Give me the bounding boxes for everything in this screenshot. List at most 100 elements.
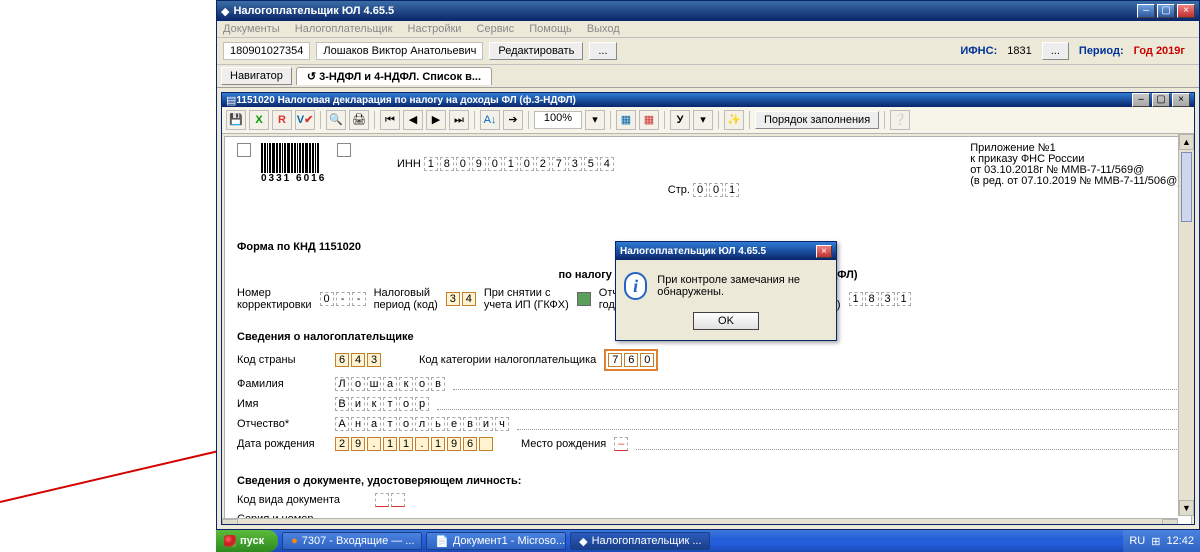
order-reference: Приложение №1 к приказу ФНС России от 03…: [970, 143, 1181, 187]
scroll-thumb[interactable]: [1181, 152, 1192, 222]
vertical-scrollbar[interactable]: ▲ ▼: [1178, 134, 1194, 516]
category-label: Код категории налогоплательщика: [419, 354, 596, 366]
search-icon[interactable]: 🔍: [326, 110, 346, 130]
y-button[interactable]: У: [670, 110, 690, 130]
excel-icon[interactable]: X: [249, 110, 269, 130]
app-titlebar: ◆ Налогоплательщик ЮЛ 4.65.5 – ▢ ×: [217, 1, 1199, 21]
more-button[interactable]: ...: [589, 42, 616, 60]
scroll-down-button[interactable]: ▼: [1179, 500, 1194, 516]
y-dropdown[interactable]: ▾: [693, 110, 713, 130]
info-bar: 180901027354 Лошаков Виктор Анатольевич …: [217, 38, 1199, 65]
tax-period-cells[interactable]: 34: [446, 292, 476, 306]
doctype-label: Код вида документа: [237, 494, 367, 506]
edit-button[interactable]: Редактировать: [489, 42, 583, 60]
refresh-icon: ↺: [307, 71, 316, 83]
minimize-button[interactable]: –: [1137, 4, 1155, 18]
info-icon: i: [624, 272, 647, 300]
patronymic-cells[interactable]: Анатольевич: [335, 417, 509, 431]
tax-period-label: Налоговый период (код): [374, 287, 438, 311]
horizontal-scrollbar[interactable]: ◀ ▶: [222, 518, 1178, 525]
surname-label: Фамилия: [237, 378, 327, 390]
taskbar-task[interactable]: ●7307 - Входящие — ...: [282, 532, 422, 550]
zoom-select[interactable]: 100%: [534, 111, 582, 129]
nav-tab-active[interactable]: ↺ 3-НДФЛ и 4-НДФЛ. Список в...: [296, 67, 492, 85]
tool-b-icon[interactable]: ▦: [639, 110, 659, 130]
next-page-icon[interactable]: ▶: [426, 110, 446, 130]
menu-item[interactable]: Настройки: [408, 23, 462, 35]
category-cells[interactable]: 760: [604, 349, 658, 371]
ifns-label: ИФНС:: [960, 45, 997, 57]
submit-cells[interactable]: 1831: [849, 292, 911, 306]
app-icon: ◆: [221, 5, 229, 18]
menu-item[interactable]: Выход: [587, 23, 620, 35]
taskbar-task[interactable]: 📄Документ1 - Microso...: [426, 532, 566, 550]
pob-label: Место рождения: [521, 438, 606, 450]
tool-a-icon[interactable]: ▦: [616, 110, 636, 130]
menu-item[interactable]: Помощь: [529, 23, 572, 35]
barcode: 0331 6016: [261, 143, 326, 184]
inn-label: ИНН: [397, 158, 421, 170]
fill-order-button[interactable]: Порядок заполнения: [755, 111, 879, 129]
doc-minimize[interactable]: –: [1132, 93, 1150, 107]
last-page-icon[interactable]: ⏭: [449, 110, 469, 130]
doc-toolbar: 💾 X R V✔ 🔍 🖨 ⏮ ◀ ▶ ⏭ A↓ ➔ 100% ▾ ▦ ▦ У ▾: [222, 107, 1194, 134]
name-label: Имя: [237, 398, 327, 410]
doc-title: 1151020 Налоговая декларация по налогу н…: [236, 95, 1132, 106]
dob-cells[interactable]: 29.11.196: [335, 437, 493, 451]
surname-cells[interactable]: Лошаков: [335, 377, 445, 391]
save-icon[interactable]: 💾: [226, 110, 246, 130]
lang-indicator[interactable]: RU: [1129, 535, 1145, 547]
prev-page-icon[interactable]: ◀: [403, 110, 423, 130]
scroll-left-button[interactable]: ◀: [222, 519, 238, 525]
first-page-icon[interactable]: ⏮: [380, 110, 400, 130]
ip-label: При снятии с учета ИП (ГКФХ): [484, 287, 569, 311]
scroll-right-button[interactable]: ▶: [1162, 519, 1178, 525]
taskbar: пуск ●7307 - Входящие — ... 📄Документ1 -…: [216, 530, 1200, 552]
marker-box: [237, 143, 251, 157]
zoom-dropdown[interactable]: ▾: [585, 110, 605, 130]
country-cells[interactable]: 643: [335, 353, 381, 367]
inn-cells[interactable]: 180901027354: [424, 157, 614, 171]
doctype-cells[interactable]: [375, 493, 405, 507]
period-label: Период:: [1079, 45, 1124, 57]
close-button[interactable]: ×: [1177, 4, 1195, 18]
navigator-bar: Навигатор ↺ 3-НДФЛ и 4-НДФЛ. Список в...: [217, 65, 1199, 88]
validate-v-icon[interactable]: V✔: [295, 110, 315, 130]
doc-maximize[interactable]: ▢: [1152, 93, 1170, 107]
arrow-icon[interactable]: ➔: [503, 110, 523, 130]
ifns-picker[interactable]: ...: [1042, 42, 1069, 60]
clock: 12:42: [1166, 535, 1194, 547]
correction-cells[interactable]: 0--: [320, 292, 366, 306]
menu-item[interactable]: Налогоплательщик: [295, 23, 393, 35]
name-cells[interactable]: Виктор: [335, 397, 429, 411]
doc-icon: ▤: [226, 94, 236, 107]
maximize-button[interactable]: ▢: [1157, 4, 1175, 18]
doc-close[interactable]: ×: [1172, 93, 1190, 107]
print-icon[interactable]: 🖨: [349, 110, 369, 130]
dialog-close-button[interactable]: ×: [816, 245, 832, 258]
correction-label: Номер корректировки: [237, 287, 312, 311]
taxpayer-name: Лошаков Виктор Анатольевич: [316, 42, 483, 60]
font-icon[interactable]: A↓: [480, 110, 500, 130]
dialog-ok-button[interactable]: OK: [693, 312, 759, 330]
start-button[interactable]: пуск: [216, 530, 278, 552]
system-tray[interactable]: RU ⊞ 12:42: [1123, 530, 1200, 552]
menu-item[interactable]: Сервис: [477, 23, 515, 35]
page-label: Стр.: [668, 184, 690, 196]
validate-r-icon[interactable]: R: [272, 110, 292, 130]
taskbar-task-active[interactable]: ◆Налогоплательщик ...: [570, 532, 710, 550]
section-id-document: Сведения о документе, удостоверяющем лич…: [237, 475, 1179, 487]
navigator-button[interactable]: Навигатор: [221, 67, 292, 85]
wand-icon[interactable]: ✨: [724, 110, 744, 130]
taxpayer-code: 180901027354: [223, 42, 310, 60]
scroll-up-button[interactable]: ▲: [1179, 134, 1194, 150]
menu-item[interactable]: Документы: [223, 23, 280, 35]
doc-titlebar: ▤ 1151020 Налоговая декларация по налогу…: [222, 93, 1194, 107]
country-label: Код страны: [237, 354, 327, 366]
ip-checkbox[interactable]: [577, 292, 591, 306]
dialog-message: При контроле замечания не обнаружены.: [657, 274, 828, 298]
pob-cells[interactable]: –: [614, 437, 628, 451]
menubar: Документы Налогоплательщик Настройки Сер…: [217, 21, 1199, 38]
tray-icon[interactable]: ⊞: [1151, 535, 1160, 548]
help-icon[interactable]: ❔: [890, 110, 910, 130]
